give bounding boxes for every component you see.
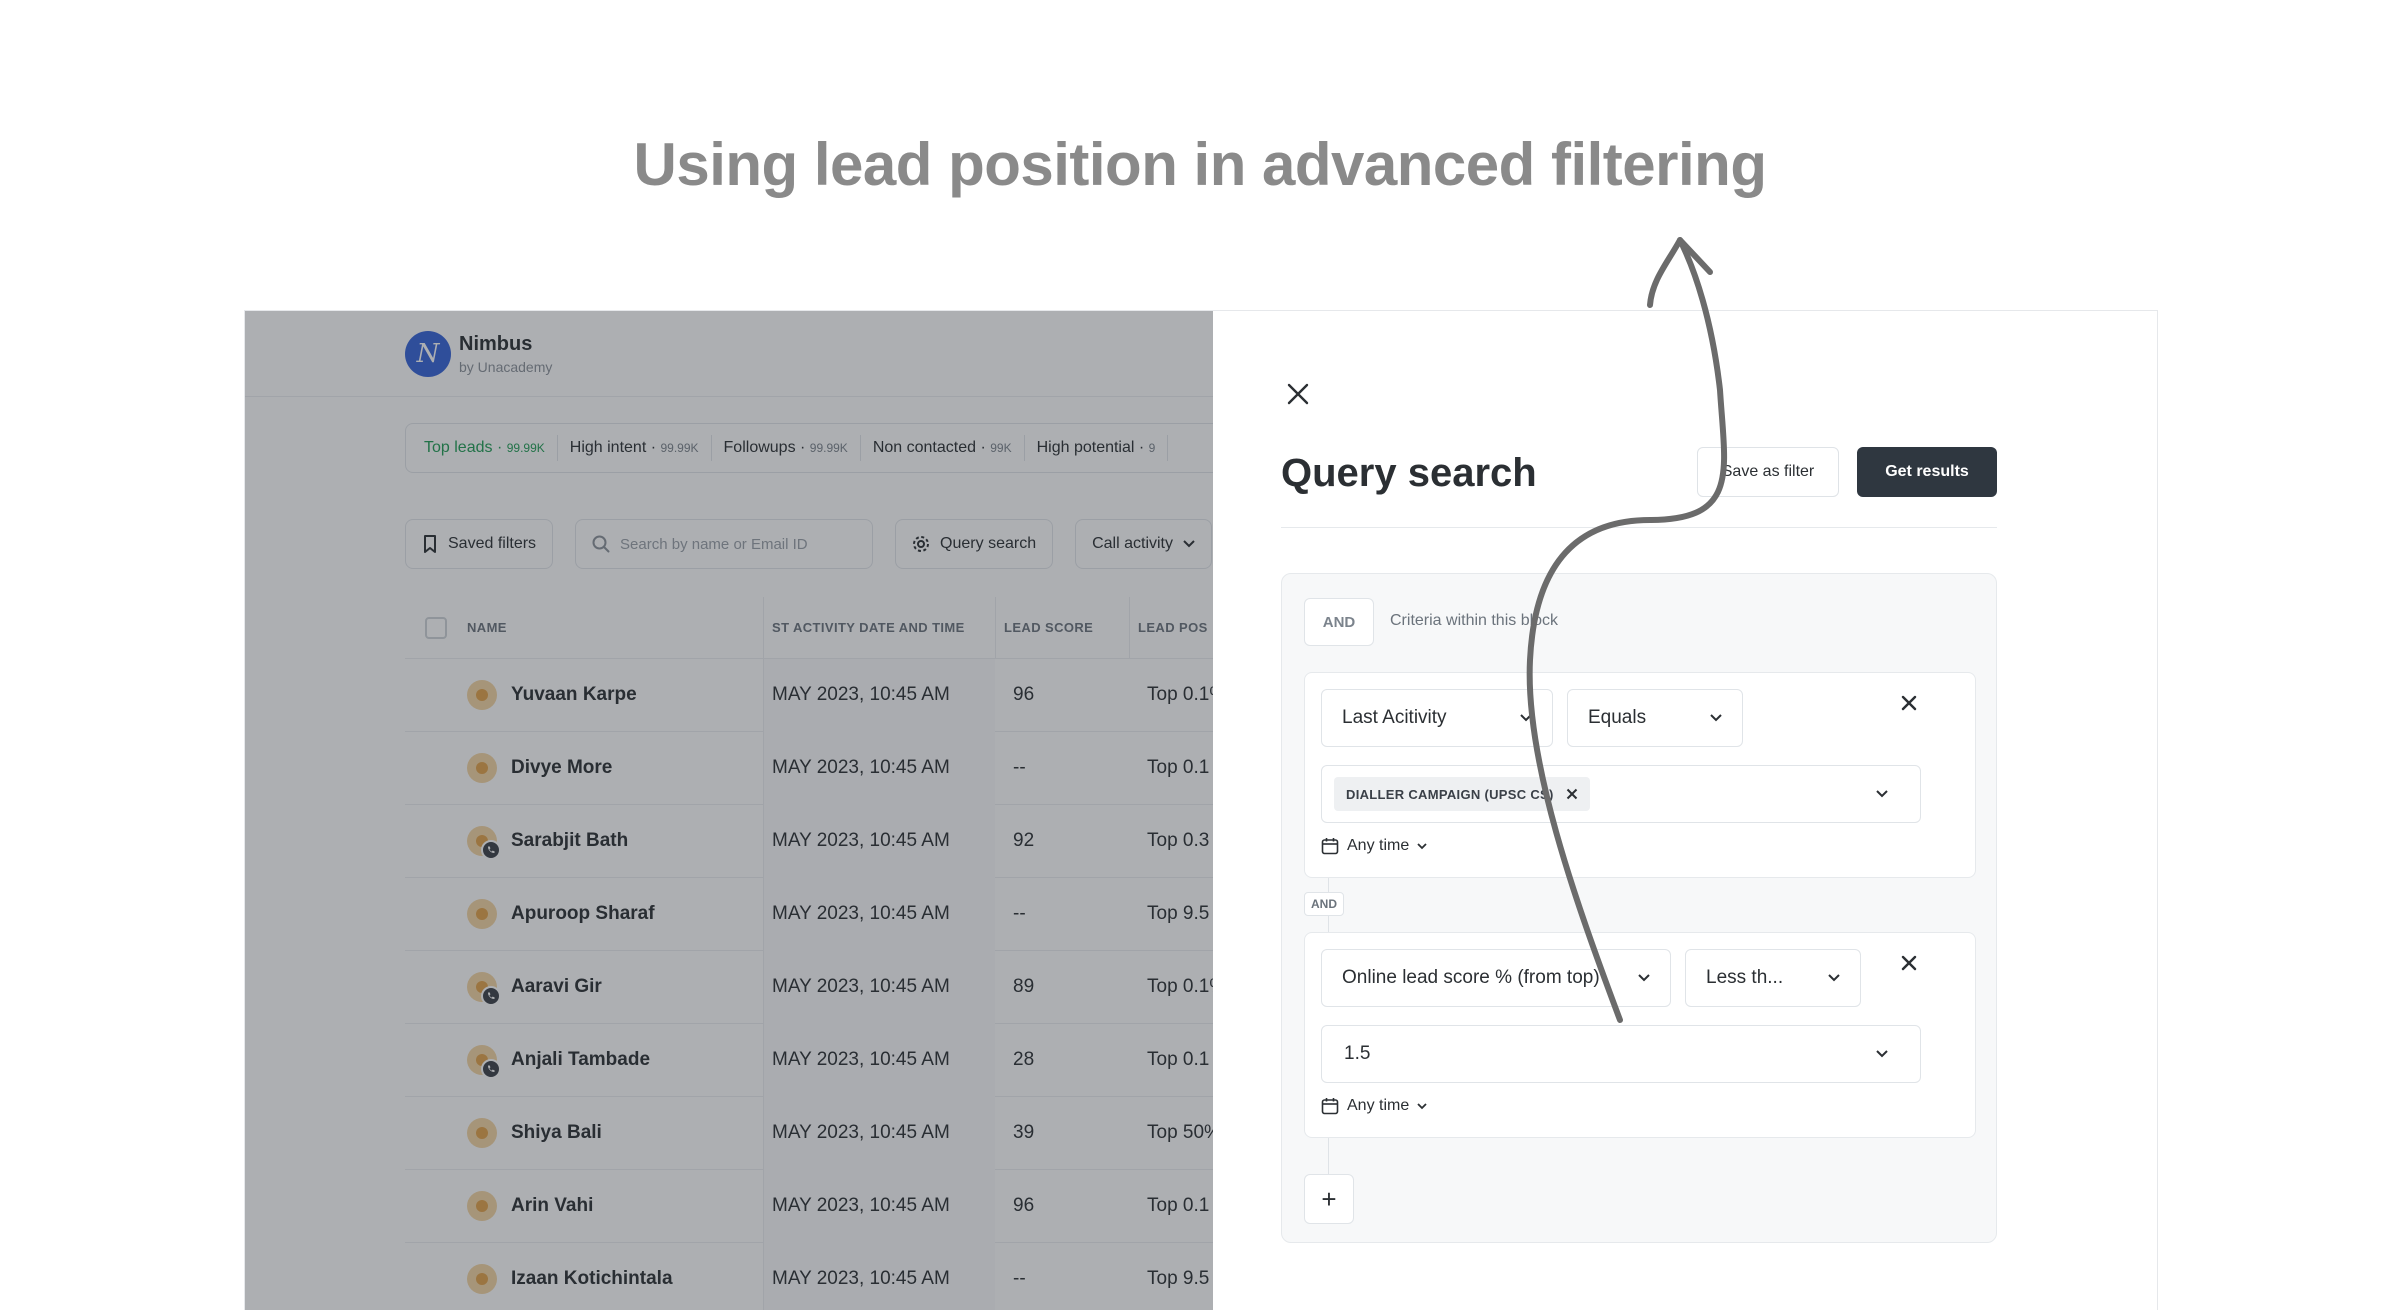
chevron-down-icon [1638,974,1650,982]
add-criterion-button[interactable]: + [1304,1174,1354,1224]
time-range-dropdown[interactable]: Any time [1321,1097,1427,1115]
value-tag: DIALLER CAMPAIGN (UPSC CS) [1334,777,1590,811]
criterion-operator-label: Equals [1588,707,1647,728]
time-range-dropdown[interactable]: Any time [1321,837,1427,855]
chevron-down-icon [1828,974,1840,982]
criterion-field-dropdown[interactable]: Online lead score % (from top) [1321,949,1671,1007]
criterion-operator-dropdown[interactable]: Equals [1567,689,1743,747]
time-range-label: Any time [1347,1097,1410,1114]
connector-line [1328,878,1329,892]
time-range-label: Any time [1347,837,1410,854]
remove-criterion-icon[interactable] [1897,691,1921,715]
block-label: Criteria within this block [1390,612,1559,629]
calendar-icon [1321,1098,1339,1115]
criteria-join-label: AND [1304,892,1344,916]
block-operator-toggle[interactable]: AND [1304,598,1374,646]
criterion-operator-label: Less th... [1706,967,1784,988]
divider [1281,527,1997,528]
criterion-2: Online lead score % (from top) Less th..… [1304,932,1976,1138]
query-search-panel: Query search Save as filter Get results … [1213,311,2157,1310]
close-icon[interactable] [1285,381,1311,407]
value-tag-label: DIALLER CAMPAIGN (UPSC CS) [1346,786,1554,802]
chevron-down-icon [1876,790,1888,798]
calendar-icon [1321,838,1339,855]
remove-tag-icon[interactable] [1566,788,1578,800]
criterion-value-dropdown[interactable]: 1.5 [1321,1025,1921,1083]
leads-app: N Nimbus by Unacademy Top leads · 99.99K… [245,311,1213,1310]
screenshot-frame: N Nimbus by Unacademy Top leads · 99.99K… [244,310,2158,1310]
chevron-down-icon [1520,714,1532,722]
criterion-value-label: 1.5 [1344,1043,1371,1064]
criterion-field-dropdown[interactable]: Last Acitivity [1321,689,1553,747]
save-as-filter-button[interactable]: Save as filter [1697,447,1839,497]
chevron-down-icon [1876,1050,1888,1058]
get-results-button[interactable]: Get results [1857,447,1997,497]
criterion-1: Last Acitivity Equals DIALLER CAMPAIGN (… [1304,672,1976,878]
remove-criterion-icon[interactable] [1897,951,1921,975]
criteria-block: AND Criteria within this block Last Acit… [1281,573,1997,1243]
panel-title: Query search [1281,451,1537,495]
criterion-field-label: Last Acitivity [1342,707,1447,728]
connector-line [1328,1138,1329,1174]
chevron-down-icon [1710,714,1722,722]
criterion-value-multiselect[interactable]: DIALLER CAMPAIGN (UPSC CS) [1321,765,1921,823]
chevron-down-icon [1417,842,1427,849]
criterion-operator-dropdown[interactable]: Less th... [1685,949,1861,1007]
chevron-down-icon [1417,1102,1427,1109]
modal-backdrop[interactable] [245,311,1213,1310]
connector-line [1328,916,1329,932]
headline: Using lead position in advanced filterin… [633,131,1767,198]
criterion-field-label: Online lead score % (from top) [1342,967,1600,988]
